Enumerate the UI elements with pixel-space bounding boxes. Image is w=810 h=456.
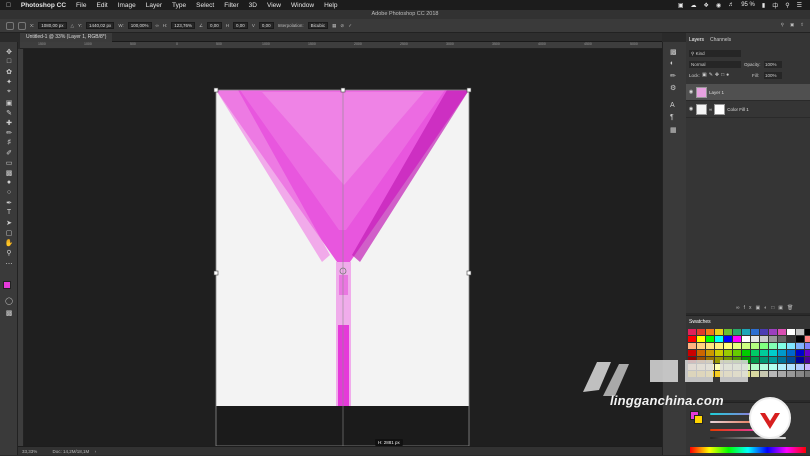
color-swatch[interactable] [733, 336, 741, 342]
character-icon[interactable]: A [670, 102, 675, 109]
watermark-logo [749, 397, 791, 439]
color-swatch[interactable] [796, 336, 804, 342]
color-swatch[interactable] [769, 329, 777, 335]
color-swatch[interactable] [805, 336, 810, 342]
color-swatch[interactable] [742, 329, 750, 335]
lock-label: Lock: [689, 73, 700, 78]
color-swatch[interactable] [787, 336, 795, 342]
color-swatch[interactable] [760, 336, 768, 342]
color-swatch[interactable] [805, 357, 810, 363]
color-swatch[interactable] [724, 336, 732, 342]
color-swatch[interactable] [733, 343, 741, 349]
color-swatch[interactable] [706, 329, 714, 335]
color-swatch[interactable] [688, 336, 696, 342]
layer-row[interactable]: ◉ ∞ Color Fill 1 [686, 101, 810, 118]
bg-color-chip[interactable] [694, 415, 703, 424]
measurement-tooltip: H: 2881 px [375, 439, 403, 446]
swatches-title: Swatches [689, 319, 711, 325]
chain-link-icon: ∞ [709, 106, 713, 112]
tab-channels[interactable]: Channels [710, 37, 731, 46]
color-swatch[interactable] [760, 343, 768, 349]
layer-name[interactable]: Layer 1 [709, 90, 724, 95]
transform-handle [213, 87, 219, 93]
eye-icon[interactable]: ◉ [686, 89, 696, 95]
layer-filter-kind[interactable]: ⚲ Kind [689, 50, 741, 57]
search-icon: ⚲ [691, 51, 695, 56]
adjustments-icon[interactable]: ◐ [670, 60, 674, 67]
color-swatch[interactable] [697, 329, 705, 335]
color-swatch[interactable] [796, 329, 804, 335]
styles-icon[interactable]: ▦ [670, 126, 677, 134]
color-swatch[interactable] [769, 343, 777, 349]
color-swatch[interactable] [805, 350, 810, 356]
color-swatch[interactable] [688, 329, 696, 335]
layer-row[interactable]: ◉ Layer 1 [686, 84, 810, 101]
color-swatch[interactable] [706, 336, 714, 342]
fill-field[interactable]: 100% [764, 72, 782, 79]
color-swatch[interactable] [751, 329, 759, 335]
logo-mark-icon [760, 413, 780, 429]
zoom-level[interactable]: 33,33% [22, 449, 37, 454]
tab-layers[interactable]: Layers [689, 37, 704, 46]
eye-icon[interactable]: ◉ [686, 106, 696, 112]
color-swatch[interactable] [742, 343, 750, 349]
color-swatch[interactable] [706, 343, 714, 349]
color-swatch[interactable] [769, 336, 777, 342]
color-swatch[interactable] [805, 364, 810, 370]
color-swatch[interactable] [715, 343, 723, 349]
color-swatch[interactable] [724, 329, 732, 335]
layer-thumbnail [696, 86, 707, 98]
stem-dark [338, 325, 349, 406]
color-swatch[interactable] [751, 336, 759, 342]
status-bar: 33,33% Doc: 14,2M/18,1M › [18, 446, 662, 455]
color-swatch[interactable] [805, 343, 810, 349]
transform-handle [340, 87, 346, 93]
stem-mid [339, 275, 348, 295]
transform-handle [466, 270, 472, 276]
watermark-site: lingganchina.com [610, 393, 724, 408]
color-swatch[interactable] [778, 343, 786, 349]
filter-kind-label: Kind [695, 51, 705, 56]
layer-thumbnail [696, 103, 707, 115]
lock-icons[interactable]: ▣✎✥□● [702, 72, 731, 78]
status-arrow-icon[interactable]: › [95, 449, 97, 454]
layers-panel: Layers Channels ⚲ Kind Normal Opacity: 1… [686, 33, 810, 313]
color-swatch[interactable] [778, 329, 786, 335]
opacity-label: Opacity: [744, 62, 761, 67]
color-swatch[interactable] [787, 343, 795, 349]
layer-name[interactable]: Color Fill 1 [727, 107, 749, 112]
color-swatch[interactable] [796, 343, 804, 349]
color-swatch[interactable] [733, 329, 741, 335]
properties-icon[interactable]: ⚙ [670, 84, 676, 92]
color-swatch[interactable] [724, 343, 732, 349]
layers-panel-tabs: Layers Channels [686, 37, 810, 46]
histogram-icon[interactable]: ▩ [670, 48, 677, 56]
color-swatch[interactable] [778, 336, 786, 342]
color-swatch[interactable] [805, 329, 810, 335]
paragraph-icon[interactable]: ¶ [670, 114, 674, 121]
color-swatch[interactable] [751, 343, 759, 349]
transform-handle [213, 270, 219, 276]
fill-label: Fill: [752, 73, 759, 78]
color-swatch[interactable] [715, 336, 723, 342]
color-swatch[interactable] [787, 329, 795, 335]
color-swatch[interactable] [688, 343, 696, 349]
color-swatch[interactable] [697, 336, 705, 342]
layer-mask-thumbnail [714, 103, 726, 115]
brush-settings-icon[interactable]: ✏ [670, 72, 676, 80]
opacity-field[interactable]: 100% [764, 61, 782, 68]
color-swatch[interactable] [697, 343, 705, 349]
blend-mode-select[interactable]: Normal [689, 61, 741, 68]
color-swatch[interactable] [742, 336, 750, 342]
transform-handle [466, 87, 472, 93]
color-swatch[interactable] [715, 329, 723, 335]
color-spectrum-bar[interactable] [690, 447, 806, 453]
color-swatch[interactable] [760, 329, 768, 335]
document-size[interactable]: Doc: 14,2M/18,1M [53, 449, 90, 454]
color-swatch[interactable] [805, 371, 810, 377]
layers-footer-icons[interactable]: ∞fx▣◐□▣🗑 [736, 305, 797, 311]
